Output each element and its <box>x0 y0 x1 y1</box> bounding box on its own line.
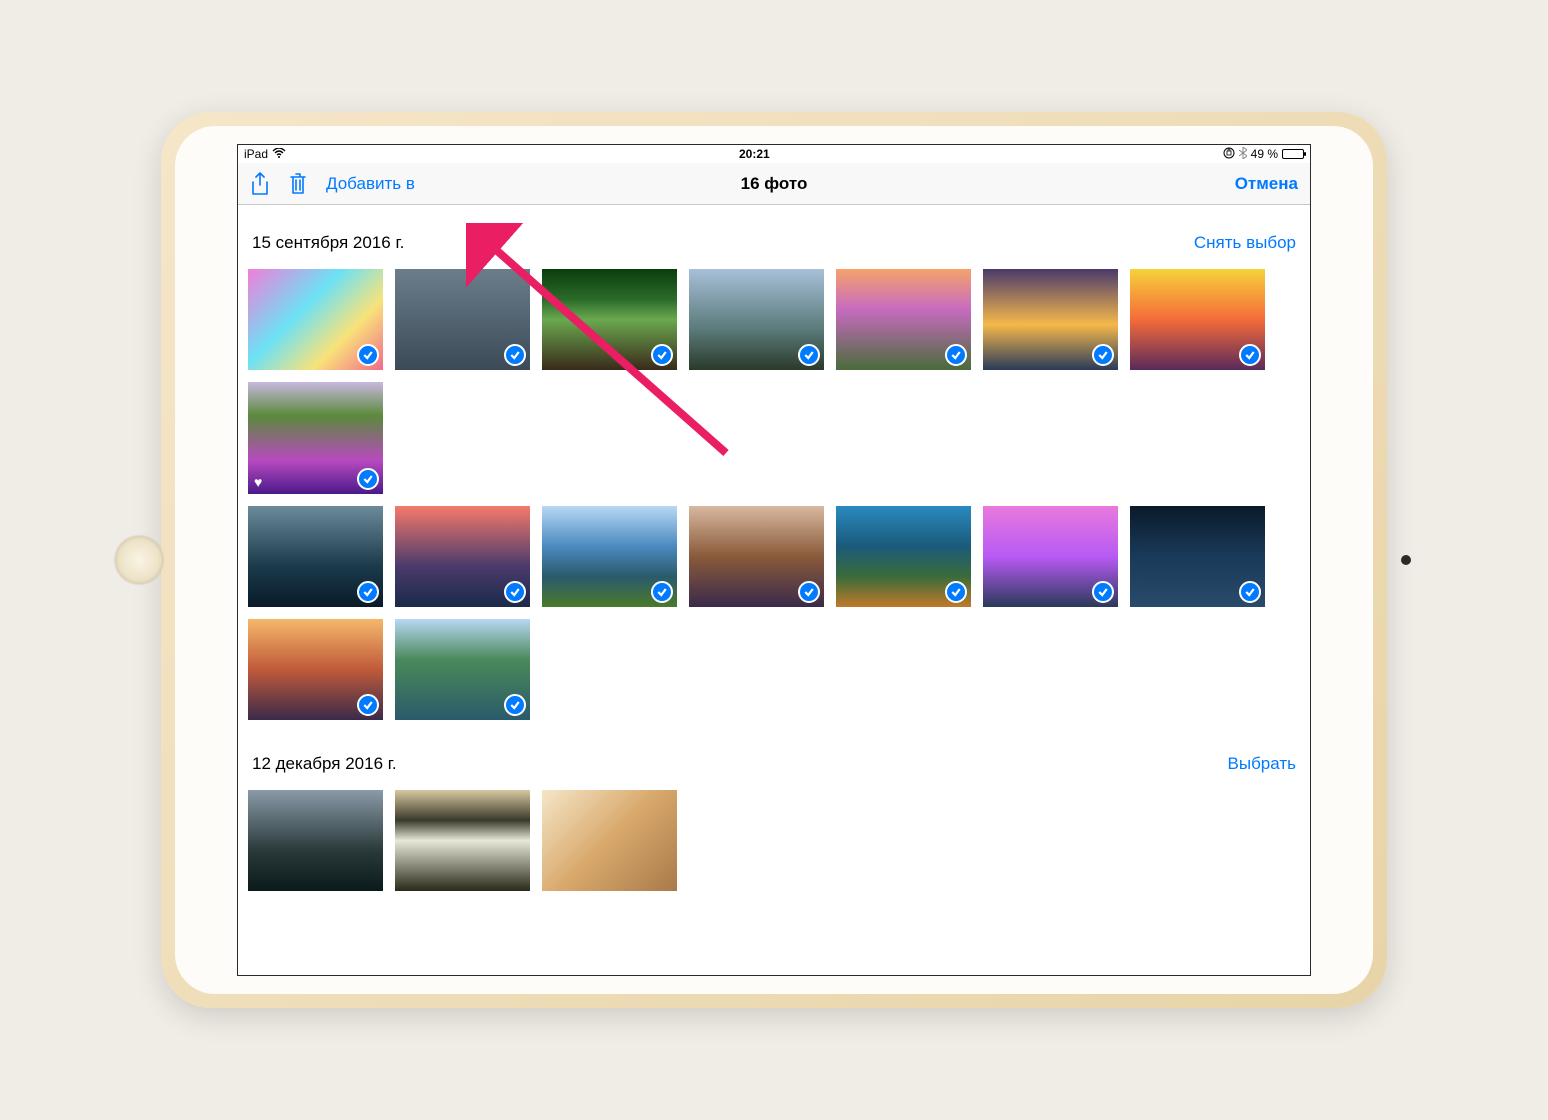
photo-thumb[interactable] <box>983 506 1118 607</box>
photo-thumb[interactable] <box>689 269 824 370</box>
photo-thumb[interactable] <box>542 506 677 607</box>
screen: iPad 20:21 49 % <box>237 144 1311 976</box>
photo-thumb[interactable] <box>248 790 383 891</box>
photo-thumb[interactable] <box>542 790 677 891</box>
section-title: 15 сентября 2016 г. <box>252 233 404 253</box>
photo-thumb[interactable] <box>248 269 383 370</box>
selected-check-icon <box>651 344 673 366</box>
photo-grid <box>238 784 1310 897</box>
selected-check-icon <box>945 344 967 366</box>
photo-thumb[interactable] <box>248 619 383 720</box>
nav-bar: Добавить в 16 фото Отмена <box>238 163 1310 205</box>
home-button[interactable] <box>115 536 163 584</box>
selected-check-icon <box>1092 581 1114 603</box>
selected-check-icon <box>504 581 526 603</box>
select-all-button[interactable]: Выбрать <box>1228 754 1296 774</box>
selected-check-icon <box>1239 581 1261 603</box>
add-to-button[interactable]: Добавить в <box>326 174 415 194</box>
clock: 20:21 <box>739 147 770 161</box>
selected-check-icon <box>1092 344 1114 366</box>
selected-check-icon <box>798 581 820 603</box>
selected-check-icon <box>357 581 379 603</box>
photo-thumb[interactable] <box>395 506 530 607</box>
device-label: iPad <box>244 147 268 161</box>
deselect-all-button[interactable]: Снять выбор <box>1194 233 1296 253</box>
device-bezel: iPad 20:21 49 % <box>175 126 1373 994</box>
battery-icon <box>1282 149 1304 159</box>
photo-thumb[interactable] <box>395 790 530 891</box>
photo-thumb[interactable] <box>836 269 971 370</box>
photo-thumb[interactable] <box>689 506 824 607</box>
section-title: 12 декабря 2016 г. <box>252 754 397 774</box>
selected-check-icon <box>798 344 820 366</box>
battery-percent: 49 % <box>1251 147 1278 161</box>
photo-thumb[interactable] <box>395 269 530 370</box>
selected-check-icon <box>357 468 379 490</box>
selected-check-icon <box>651 581 673 603</box>
ipad-frame: iPad 20:21 49 % <box>161 112 1387 1008</box>
trash-button[interactable] <box>288 172 308 196</box>
selected-check-icon <box>945 581 967 603</box>
photo-content: 15 сентября 2016 г. Снять выбор ♥ 12 декабр… <box>238 205 1310 975</box>
selected-check-icon <box>504 344 526 366</box>
photo-grid <box>238 613 1310 726</box>
photo-thumb[interactable] <box>1130 506 1265 607</box>
photo-grid: ♥ <box>238 263 1310 500</box>
cancel-button[interactable]: Отмена <box>1235 174 1298 193</box>
selected-check-icon <box>504 694 526 716</box>
photo-thumb[interactable] <box>1130 269 1265 370</box>
orientation-lock-icon <box>1223 147 1235 162</box>
photo-thumb[interactable] <box>248 506 383 607</box>
selected-check-icon <box>1239 344 1261 366</box>
section-header: 15 сентября 2016 г. Снять выбор <box>238 205 1310 263</box>
favorite-icon: ♥ <box>254 474 262 490</box>
photo-thumb[interactable] <box>983 269 1118 370</box>
selected-check-icon <box>357 694 379 716</box>
wifi-icon <box>272 147 286 161</box>
photo-thumb[interactable] <box>542 269 677 370</box>
section-header: 12 декабря 2016 г. Выбрать <box>238 726 1310 784</box>
photo-grid <box>238 500 1310 613</box>
photo-thumb[interactable] <box>836 506 971 607</box>
selected-check-icon <box>357 344 379 366</box>
front-camera <box>1401 555 1411 565</box>
status-bar: iPad 20:21 49 % <box>238 145 1310 163</box>
bluetooth-icon <box>1239 147 1247 162</box>
share-button[interactable] <box>250 172 270 196</box>
photo-thumb[interactable]: ♥ <box>248 382 383 494</box>
photo-thumb[interactable] <box>395 619 530 720</box>
